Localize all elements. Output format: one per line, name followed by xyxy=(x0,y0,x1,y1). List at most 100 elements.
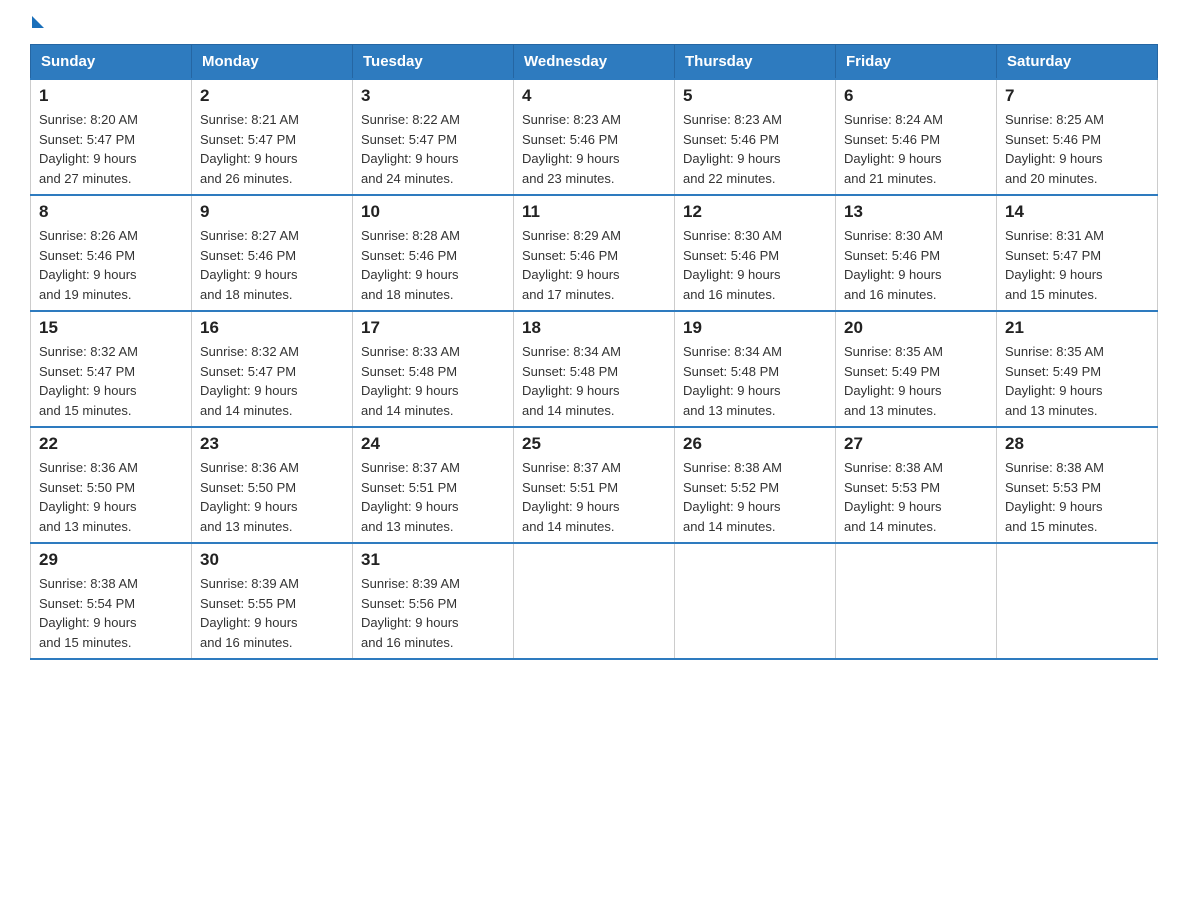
calendar-cell: 5 Sunrise: 8:23 AMSunset: 5:46 PMDaylight… xyxy=(675,79,836,195)
calendar-cell: 6 Sunrise: 8:24 AMSunset: 5:46 PMDaylight… xyxy=(836,79,997,195)
day-number: 11 xyxy=(522,202,666,222)
day-info: Sunrise: 8:38 AMSunset: 5:52 PMDaylight:… xyxy=(683,458,827,536)
day-info: Sunrise: 8:31 AMSunset: 5:47 PMDaylight:… xyxy=(1005,226,1149,304)
day-info: Sunrise: 8:21 AMSunset: 5:47 PMDaylight:… xyxy=(200,110,344,188)
day-info: Sunrise: 8:39 AMSunset: 5:56 PMDaylight:… xyxy=(361,574,505,652)
calendar-cell xyxy=(514,543,675,659)
day-info: Sunrise: 8:36 AMSunset: 5:50 PMDaylight:… xyxy=(39,458,183,536)
day-number: 18 xyxy=(522,318,666,338)
column-header-sunday: Sunday xyxy=(31,45,192,80)
calendar-table: SundayMondayTuesdayWednesdayThursdayFrid… xyxy=(30,44,1158,660)
day-number: 12 xyxy=(683,202,827,222)
day-info: Sunrise: 8:23 AMSunset: 5:46 PMDaylight:… xyxy=(522,110,666,188)
calendar-cell: 24 Sunrise: 8:37 AMSunset: 5:51 PMDayligh… xyxy=(353,427,514,543)
day-info: Sunrise: 8:34 AMSunset: 5:48 PMDaylight:… xyxy=(522,342,666,420)
calendar-week-row: 8 Sunrise: 8:26 AMSunset: 5:46 PMDaylight… xyxy=(31,195,1158,311)
day-info: Sunrise: 8:24 AMSunset: 5:46 PMDaylight:… xyxy=(844,110,988,188)
column-header-friday: Friday xyxy=(836,45,997,80)
day-info: Sunrise: 8:39 AMSunset: 5:55 PMDaylight:… xyxy=(200,574,344,652)
day-number: 27 xyxy=(844,434,988,454)
calendar-cell: 18 Sunrise: 8:34 AMSunset: 5:48 PMDayligh… xyxy=(514,311,675,427)
calendar-cell: 8 Sunrise: 8:26 AMSunset: 5:46 PMDaylight… xyxy=(31,195,192,311)
day-number: 31 xyxy=(361,550,505,570)
day-number: 23 xyxy=(200,434,344,454)
day-number: 3 xyxy=(361,86,505,106)
day-number: 8 xyxy=(39,202,183,222)
day-number: 24 xyxy=(361,434,505,454)
day-info: Sunrise: 8:35 AMSunset: 5:49 PMDaylight:… xyxy=(844,342,988,420)
day-number: 19 xyxy=(683,318,827,338)
day-info: Sunrise: 8:37 AMSunset: 5:51 PMDaylight:… xyxy=(522,458,666,536)
day-number: 14 xyxy=(1005,202,1149,222)
calendar-cell: 13Sunrise: 8:30 AMSunset: 5:46 PMDayligh… xyxy=(836,195,997,311)
day-number: 25 xyxy=(522,434,666,454)
day-info: Sunrise: 8:20 AMSunset: 5:47 PMDaylight:… xyxy=(39,110,183,188)
day-number: 5 xyxy=(683,86,827,106)
day-info: Sunrise: 8:22 AMSunset: 5:47 PMDaylight:… xyxy=(361,110,505,188)
calendar-cell: 19 Sunrise: 8:34 AMSunset: 5:48 PMDayligh… xyxy=(675,311,836,427)
day-number: 4 xyxy=(522,86,666,106)
day-info: Sunrise: 8:29 AMSunset: 5:46 PMDaylight:… xyxy=(522,226,666,304)
calendar-week-row: 1 Sunrise: 8:20 AMSunset: 5:47 PMDaylight… xyxy=(31,79,1158,195)
day-number: 1 xyxy=(39,86,183,106)
calendar-cell: 30 Sunrise: 8:39 AMSunset: 5:55 PMDayligh… xyxy=(192,543,353,659)
day-info: Sunrise: 8:25 AMSunset: 5:46 PMDaylight:… xyxy=(1005,110,1149,188)
calendar-cell: 25 Sunrise: 8:37 AMSunset: 5:51 PMDayligh… xyxy=(514,427,675,543)
calendar-cell: 22 Sunrise: 8:36 AMSunset: 5:50 PMDayligh… xyxy=(31,427,192,543)
day-info: Sunrise: 8:26 AMSunset: 5:46 PMDaylight:… xyxy=(39,226,183,304)
day-number: 10 xyxy=(361,202,505,222)
column-header-wednesday: Wednesday xyxy=(514,45,675,80)
calendar-cell: 14 Sunrise: 8:31 AMSunset: 5:47 PMDayligh… xyxy=(997,195,1158,311)
calendar-cell: 20 Sunrise: 8:35 AMSunset: 5:49 PMDayligh… xyxy=(836,311,997,427)
day-info: Sunrise: 8:38 AMSunset: 5:53 PMDaylight:… xyxy=(1005,458,1149,536)
day-number: 6 xyxy=(844,86,988,106)
calendar-cell: 2 Sunrise: 8:21 AMSunset: 5:47 PMDaylight… xyxy=(192,79,353,195)
calendar-week-row: 29Sunrise: 8:38 AMSunset: 5:54 PMDayligh… xyxy=(31,543,1158,659)
day-info: Sunrise: 8:32 AMSunset: 5:47 PMDaylight:… xyxy=(200,342,344,420)
day-info: Sunrise: 8:30 AMSunset: 5:46 PMDaylight:… xyxy=(844,226,988,304)
day-number: 21 xyxy=(1005,318,1149,338)
day-info: Sunrise: 8:34 AMSunset: 5:48 PMDaylight:… xyxy=(683,342,827,420)
day-info: Sunrise: 8:35 AMSunset: 5:49 PMDaylight:… xyxy=(1005,342,1149,420)
logo xyxy=(30,20,44,22)
day-info: Sunrise: 8:27 AMSunset: 5:46 PMDaylight:… xyxy=(200,226,344,304)
calendar-cell xyxy=(836,543,997,659)
day-info: Sunrise: 8:23 AMSunset: 5:46 PMDaylight:… xyxy=(683,110,827,188)
day-number: 26 xyxy=(683,434,827,454)
day-number: 22 xyxy=(39,434,183,454)
calendar-cell: 23 Sunrise: 8:36 AMSunset: 5:50 PMDayligh… xyxy=(192,427,353,543)
day-number: 15 xyxy=(39,318,183,338)
day-number: 16 xyxy=(200,318,344,338)
calendar-header-row: SundayMondayTuesdayWednesdayThursdayFrid… xyxy=(31,45,1158,80)
calendar-cell: 29Sunrise: 8:38 AMSunset: 5:54 PMDayligh… xyxy=(31,543,192,659)
calendar-cell: 10 Sunrise: 8:28 AMSunset: 5:46 PMDayligh… xyxy=(353,195,514,311)
day-info: Sunrise: 8:36 AMSunset: 5:50 PMDaylight:… xyxy=(200,458,344,536)
day-info: Sunrise: 8:28 AMSunset: 5:46 PMDaylight:… xyxy=(361,226,505,304)
calendar-cell: 4 Sunrise: 8:23 AMSunset: 5:46 PMDaylight… xyxy=(514,79,675,195)
logo-triangle-icon xyxy=(32,16,44,28)
calendar-cell: 31 Sunrise: 8:39 AMSunset: 5:56 PMDayligh… xyxy=(353,543,514,659)
day-number: 29 xyxy=(39,550,183,570)
day-number: 7 xyxy=(1005,86,1149,106)
calendar-cell: 7 Sunrise: 8:25 AMSunset: 5:46 PMDaylight… xyxy=(997,79,1158,195)
day-number: 17 xyxy=(361,318,505,338)
day-number: 2 xyxy=(200,86,344,106)
calendar-cell: 28Sunrise: 8:38 AMSunset: 5:53 PMDayligh… xyxy=(997,427,1158,543)
page-header xyxy=(30,20,1158,26)
calendar-week-row: 22 Sunrise: 8:36 AMSunset: 5:50 PMDayligh… xyxy=(31,427,1158,543)
column-header-saturday: Saturday xyxy=(997,45,1158,80)
calendar-cell: 17Sunrise: 8:33 AMSunset: 5:48 PMDayligh… xyxy=(353,311,514,427)
day-info: Sunrise: 8:37 AMSunset: 5:51 PMDaylight:… xyxy=(361,458,505,536)
calendar-cell xyxy=(675,543,836,659)
calendar-week-row: 15 Sunrise: 8:32 AMSunset: 5:47 PMDayligh… xyxy=(31,311,1158,427)
column-header-tuesday: Tuesday xyxy=(353,45,514,80)
calendar-cell: 26 Sunrise: 8:38 AMSunset: 5:52 PMDayligh… xyxy=(675,427,836,543)
calendar-cell xyxy=(997,543,1158,659)
day-info: Sunrise: 8:30 AMSunset: 5:46 PMDaylight:… xyxy=(683,226,827,304)
calendar-cell: 16 Sunrise: 8:32 AMSunset: 5:47 PMDayligh… xyxy=(192,311,353,427)
calendar-cell: 12 Sunrise: 8:30 AMSunset: 5:46 PMDayligh… xyxy=(675,195,836,311)
day-number: 30 xyxy=(200,550,344,570)
day-number: 20 xyxy=(844,318,988,338)
calendar-cell: 11 Sunrise: 8:29 AMSunset: 5:46 PMDayligh… xyxy=(514,195,675,311)
calendar-cell: 27Sunrise: 8:38 AMSunset: 5:53 PMDayligh… xyxy=(836,427,997,543)
